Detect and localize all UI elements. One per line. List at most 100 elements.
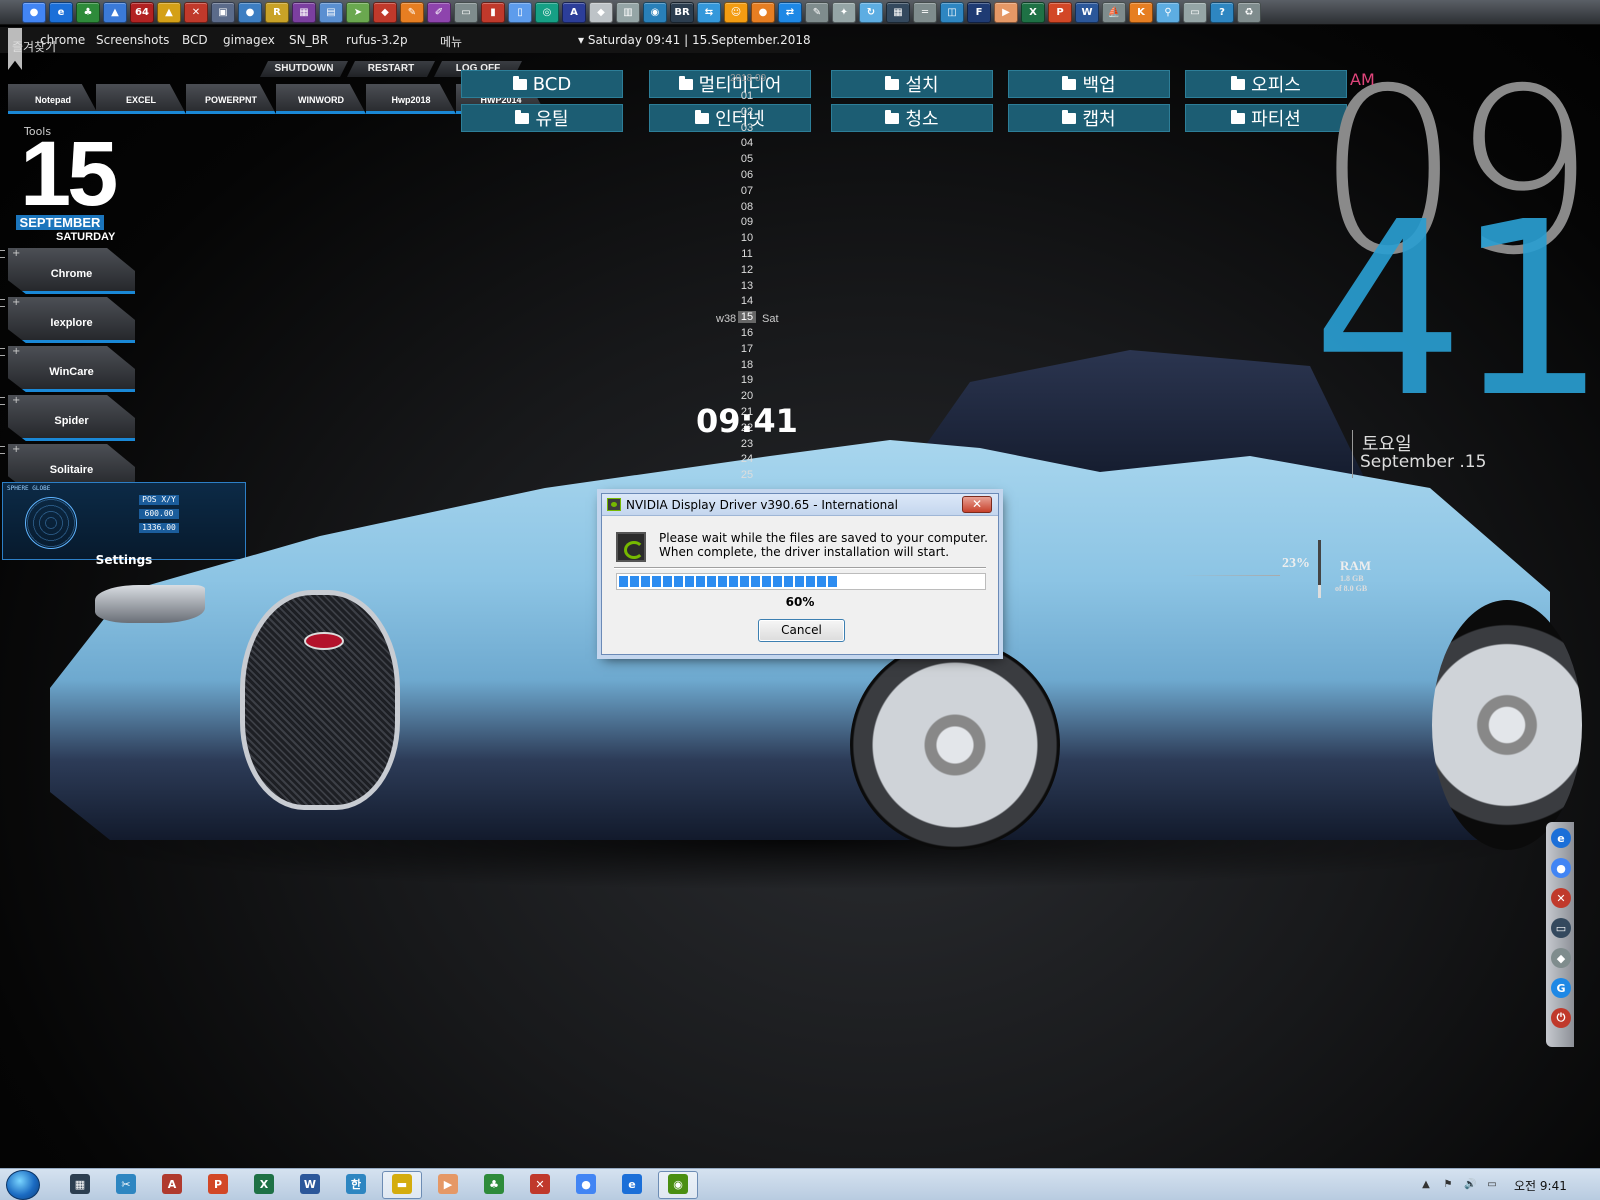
- sphere-globe-gadget[interactable]: SPHERE GLOBE POS X/Y 600.00 1336.00: [2, 482, 246, 560]
- drag-handle-icon[interactable]: [0, 299, 5, 307]
- drag-handle-icon[interactable]: [0, 397, 5, 405]
- launcher-wincare[interactable]: + WinCare: [8, 346, 135, 392]
- nvidia-icon[interactable]: ◉: [668, 1174, 688, 1194]
- clover-icon[interactable]: ♣: [76, 1, 100, 23]
- tool-icon[interactable]: ✕: [184, 1, 208, 23]
- menu-rufus[interactable]: rufus-3.2p: [346, 33, 408, 47]
- calendar-day[interactable]: 10: [738, 232, 756, 244]
- app-tab-winword[interactable]: WINWORD: [276, 84, 366, 114]
- f-icon[interactable]: F: [967, 1, 991, 23]
- refresh-icon[interactable]: ↻: [859, 1, 883, 23]
- pencil-icon[interactable]: ✎: [805, 1, 829, 23]
- ship-icon[interactable]: ⛵: [1102, 1, 1126, 23]
- tool-icon[interactable]: ✕: [1551, 888, 1571, 908]
- drag-handle-icon[interactable]: [0, 348, 5, 356]
- ie-icon[interactable]: e: [49, 1, 73, 23]
- recycle-icon[interactable]: ♻: [1237, 1, 1261, 23]
- calc-icon[interactable]: ▦: [886, 1, 910, 23]
- disk-icon[interactable]: ▤: [319, 1, 343, 23]
- g-icon[interactable]: G: [1551, 978, 1571, 998]
- globe-settings-button[interactable]: Settings: [2, 553, 246, 567]
- calendar-day[interactable]: 09: [738, 216, 756, 228]
- chrome-icon[interactable]: ●: [1551, 858, 1571, 878]
- drop-icon[interactable]: ●: [238, 1, 262, 23]
- hancom-icon[interactable]: 한: [346, 1174, 366, 1194]
- calendar-day[interactable]: 01: [738, 90, 756, 102]
- menu-menu[interactable]: 메뉴: [440, 33, 462, 50]
- pdf-icon[interactable]: A: [162, 1174, 182, 1194]
- app-tab-powerpnt[interactable]: POWERPNT: [186, 84, 276, 114]
- users-icon[interactable]: ☺: [724, 1, 748, 23]
- folder-bcd[interactable]: BCD: [461, 70, 623, 98]
- magnify-icon[interactable]: ⚲: [1156, 1, 1180, 23]
- pen-icon[interactable]: ✎: [400, 1, 424, 23]
- folder-backup[interactable]: 백업: [1008, 70, 1170, 98]
- start-button[interactable]: [6, 1170, 40, 1200]
- doc-icon[interactable]: ▯: [508, 1, 532, 23]
- scanner-icon[interactable]: ▣: [211, 1, 235, 23]
- card-icon[interactable]: ▭: [454, 1, 478, 23]
- help-icon[interactable]: ?: [1210, 1, 1234, 23]
- menu-sn-br[interactable]: SN_BR: [289, 33, 328, 47]
- calendar-day[interactable]: 12: [738, 264, 756, 276]
- ie-icon[interactable]: e: [1551, 828, 1571, 848]
- excel-icon[interactable]: X: [1021, 1, 1045, 23]
- menu-clock[interactable]: ▾ Saturday 09:41 | 15.September.2018: [578, 33, 811, 47]
- tray-arrow-icon[interactable]: ▲: [1420, 1179, 1432, 1191]
- menu-bcd[interactable]: BCD: [182, 33, 208, 47]
- bird-icon[interactable]: ➤: [346, 1, 370, 23]
- menu-gimagex[interactable]: gimagex: [223, 33, 275, 47]
- diamond-icon[interactable]: ◆: [589, 1, 613, 23]
- r-icon[interactable]: R: [265, 1, 289, 23]
- calendar-day[interactable]: 25: [738, 469, 756, 481]
- a-icon[interactable]: A: [562, 1, 586, 23]
- shield-icon[interactable]: ◆: [373, 1, 397, 23]
- calendar-day[interactable]: 04: [738, 137, 756, 149]
- calendar-day[interactable]: 19: [738, 374, 756, 386]
- monitor-icon[interactable]: ▭: [1183, 1, 1207, 23]
- paper-icon[interactable]: ▮: [481, 1, 505, 23]
- net-icon[interactable]: ⇆: [697, 1, 721, 23]
- launcher-chrome[interactable]: + Chrome: [8, 248, 135, 294]
- drag-handle-icon[interactable]: [0, 250, 5, 258]
- calendar-day[interactable]: 24: [738, 453, 756, 465]
- calendar-day[interactable]: 17: [738, 343, 756, 355]
- ppt-icon[interactable]: P: [1048, 1, 1072, 23]
- power-icon[interactable]: ⏻: [1551, 1008, 1571, 1028]
- calendar-day[interactable]: 02: [738, 106, 756, 118]
- clover-icon[interactable]: ♣: [484, 1174, 504, 1194]
- calendar-day[interactable]: 18: [738, 359, 756, 371]
- calendar-day[interactable]: 16: [738, 327, 756, 339]
- favorites-label[interactable]: 즐겨찾기: [12, 38, 56, 55]
- calendar-day[interactable]: 03: [738, 122, 756, 134]
- wand-icon[interactable]: ✦: [832, 1, 856, 23]
- cd-icon[interactable]: ◎: [535, 1, 559, 23]
- word-icon[interactable]: W: [1075, 1, 1099, 23]
- play-icon[interactable]: ▶: [994, 1, 1018, 23]
- folder-clean[interactable]: 청소: [831, 104, 993, 132]
- folder-capture[interactable]: 캡처: [1008, 104, 1170, 132]
- explorer-icon[interactable]: ▬: [392, 1174, 412, 1194]
- app-tab-excel[interactable]: EXCEL: [96, 84, 186, 114]
- ie-icon[interactable]: e: [622, 1174, 642, 1194]
- apps-icon[interactable]: ▦: [70, 1174, 90, 1194]
- cancel-button[interactable]: Cancel: [758, 619, 845, 642]
- printer-icon[interactable]: ▥: [616, 1, 640, 23]
- remote-icon[interactable]: ⇄: [778, 1, 802, 23]
- calendar-day[interactable]: 06: [738, 169, 756, 181]
- close-button[interactable]: ✕: [962, 496, 992, 513]
- calendar-day[interactable]: 07: [738, 185, 756, 197]
- monitor-icon[interactable]: ▭: [1551, 918, 1571, 938]
- word-icon[interactable]: W: [300, 1174, 320, 1194]
- shutdown-button[interactable]: SHUTDOWN: [260, 61, 348, 77]
- k-icon[interactable]: K: [1129, 1, 1153, 23]
- media-icon[interactable]: ▶: [438, 1174, 458, 1194]
- chrome-icon[interactable]: ●: [22, 1, 46, 23]
- orange-icon[interactable]: ●: [751, 1, 775, 23]
- calendar-day[interactable]: 20: [738, 390, 756, 402]
- diamond-icon[interactable]: ◆: [1551, 948, 1571, 968]
- pipe-icon[interactable]: ═: [913, 1, 937, 23]
- ppt-icon[interactable]: P: [208, 1174, 228, 1194]
- snip-icon[interactable]: ✂: [116, 1174, 136, 1194]
- app-tab-notepad[interactable]: Notepad: [8, 84, 98, 114]
